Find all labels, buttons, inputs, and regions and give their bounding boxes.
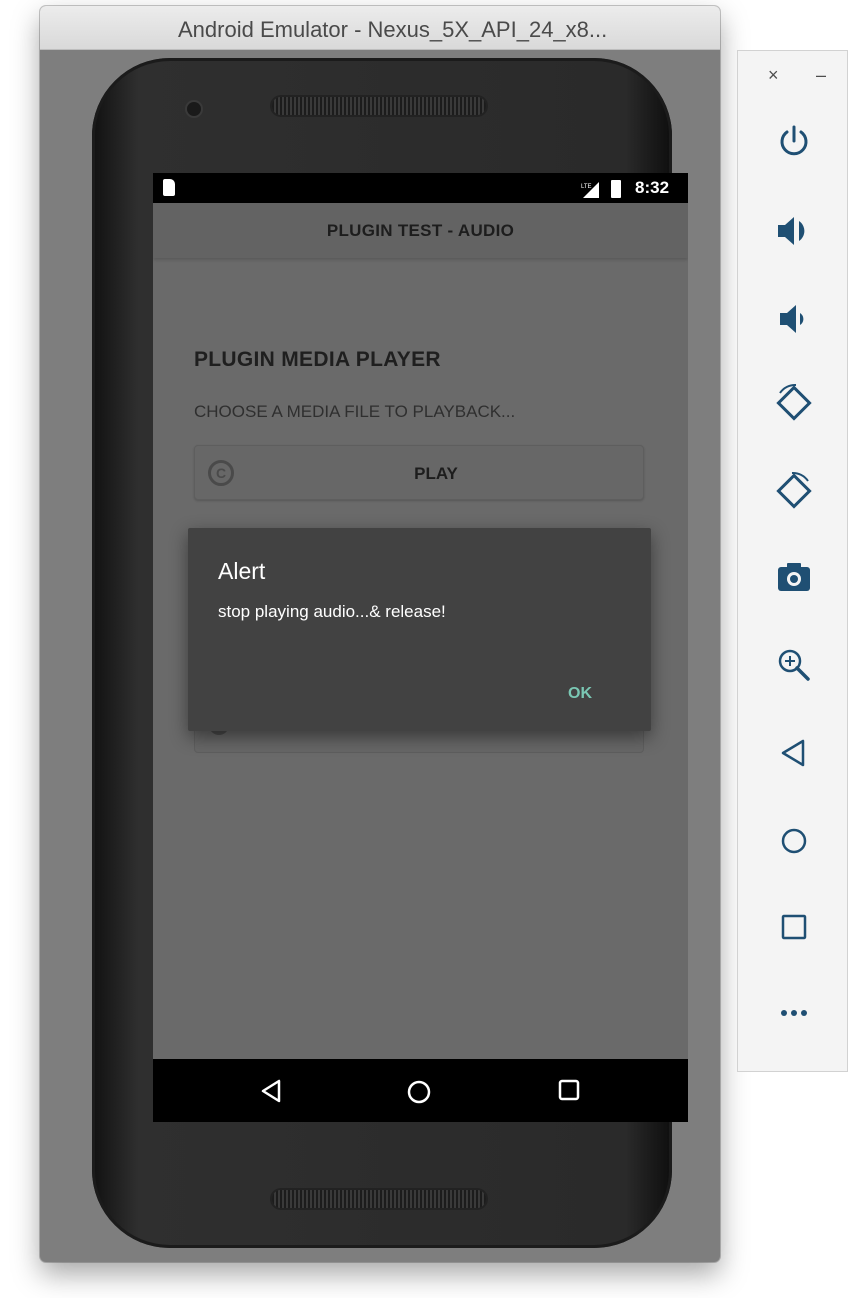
play-button[interactable]: C PLAY — [194, 445, 644, 500]
section-subtitle: CHOOSE A MEDIA FILE TO PLAYBACK... — [194, 402, 516, 421]
status-time: 8:32 — [635, 178, 670, 197]
svg-text:LTE: LTE — [581, 184, 592, 190]
bottom-speaker — [272, 1190, 486, 1208]
app-bar: PLUGIN TEST - AUDIO — [153, 203, 688, 258]
dialog-message: stop playing audio...& release! — [218, 602, 446, 621]
status-bar: LTE 8:32 — [153, 173, 688, 203]
rotate-left-icon[interactable] — [774, 383, 814, 423]
phone-screen: LTE 8:32 PLUGIN TEST - AUDIO PLUGIN MEDI… — [153, 173, 688, 1122]
close-icon[interactable]: × — [768, 65, 779, 86]
minimize-icon[interactable]: – — [816, 65, 826, 86]
back-icon[interactable] — [260, 1079, 282, 1103]
camera-icon[interactable] — [774, 557, 814, 597]
rotate-right-icon[interactable] — [774, 471, 814, 511]
window-title: Android Emulator - Nexus_5X_API_24_x8... — [178, 17, 608, 42]
alert-dialog: Alert stop playing audio...& release! OK — [188, 528, 651, 731]
top-speaker — [272, 97, 486, 115]
navigation-bar — [153, 1059, 688, 1122]
front-camera — [187, 102, 201, 116]
home-icon[interactable] — [406, 1079, 432, 1105]
dialog-title: Alert — [218, 558, 266, 584]
home-icon[interactable] — [774, 821, 814, 861]
emulator-window: Android Emulator - Nexus_5X_API_24_x8...… — [40, 6, 720, 1262]
overview-icon[interactable] — [774, 907, 814, 947]
power-icon[interactable] — [774, 121, 814, 161]
emulator-toolbar: × – — [737, 50, 848, 1072]
signal-icon: LTE — [581, 182, 599, 198]
sd-card-icon — [163, 179, 175, 196]
volume-up-icon[interactable] — [774, 211, 814, 251]
volume-down-icon[interactable] — [774, 299, 814, 339]
battery-icon — [611, 180, 621, 198]
window-titlebar[interactable]: Android Emulator - Nexus_5X_API_24_x8... — [40, 6, 720, 50]
zoom-icon[interactable] — [774, 645, 814, 685]
recents-icon[interactable] — [558, 1079, 580, 1101]
back-icon[interactable] — [774, 733, 814, 773]
ok-button[interactable]: OK — [568, 685, 592, 703]
app-title: PLUGIN TEST - AUDIO — [326, 221, 515, 240]
more-icon[interactable] — [774, 993, 814, 1033]
section-title: PLUGIN MEDIA PLAYER — [194, 348, 441, 371]
play-button-label: PLAY — [414, 464, 458, 483]
